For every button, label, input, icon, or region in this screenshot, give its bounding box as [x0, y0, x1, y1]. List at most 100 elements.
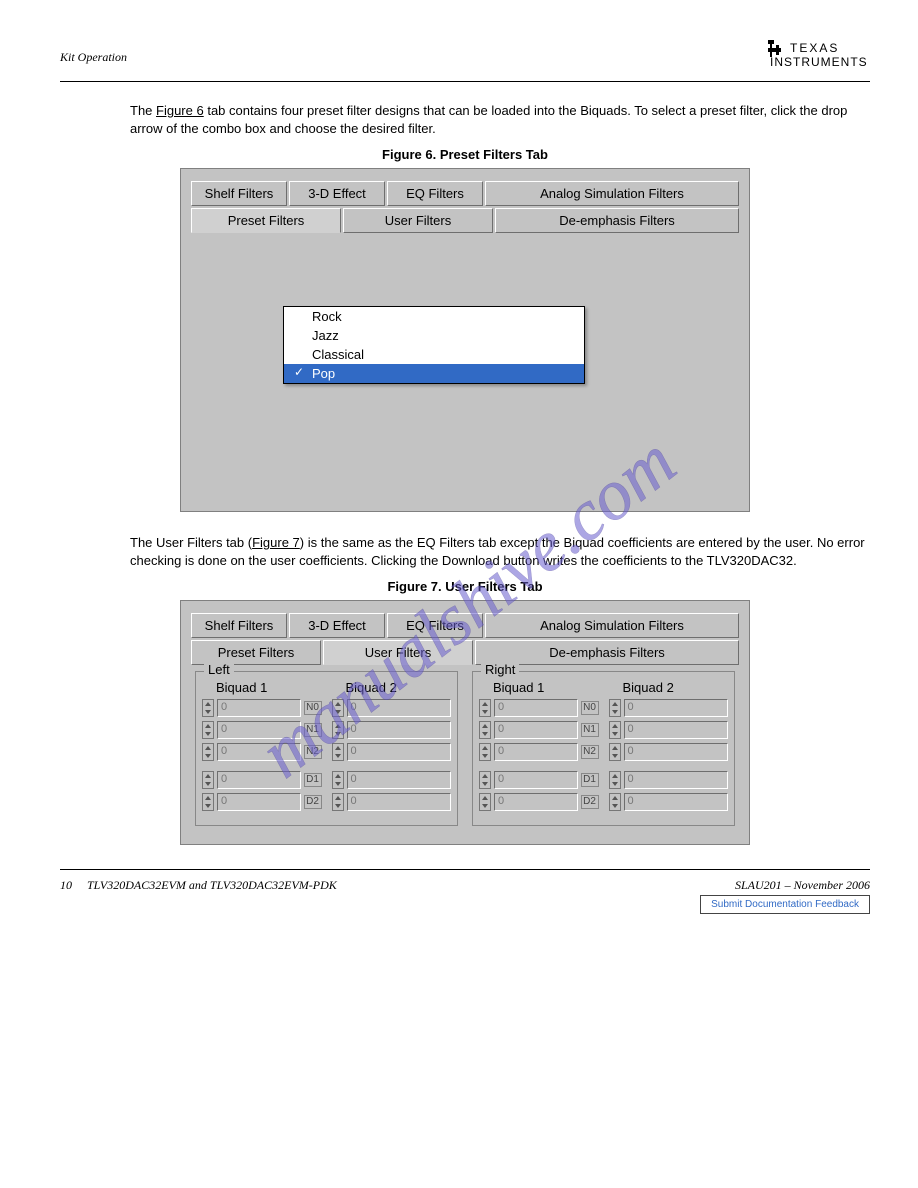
spinner[interactable]	[332, 793, 344, 811]
spinner[interactable]	[202, 743, 214, 761]
spinner[interactable]	[479, 793, 491, 811]
spinner[interactable]	[479, 743, 491, 761]
doc-rev: SLAU201 – November 2006	[700, 878, 870, 893]
preset-item-rock[interactable]: Rock	[284, 307, 584, 326]
right-group-title: Right	[481, 662, 519, 677]
coef-input[interactable]: 0	[624, 793, 729, 811]
spinner[interactable]	[202, 699, 214, 717]
spinner[interactable]	[609, 771, 621, 789]
coef-input[interactable]: 0	[494, 793, 578, 811]
spinner[interactable]	[202, 721, 214, 739]
right-biquad2: Biquad 2 0 0 0 0 0	[609, 678, 729, 815]
coef-input[interactable]: 0	[624, 771, 729, 789]
tab-row-bottom: Preset Filters User Filters De-emphasis …	[191, 208, 739, 233]
coef-label-n0: N0	[304, 701, 322, 715]
coef-input[interactable]: 0	[217, 721, 301, 739]
tab-user-filters-2[interactable]: User Filters	[323, 640, 473, 665]
tab-analog-sim[interactable]: Analog Simulation Filters	[485, 181, 739, 206]
left-group: Left Biquad 1 0N0 0N1 0N2 0D1 0D2 Biquad…	[195, 671, 458, 826]
spinner[interactable]	[609, 721, 621, 739]
tab-deemphasis[interactable]: De-emphasis Filters	[495, 208, 739, 233]
tab-row-top: Shelf Filters 3-D Effect EQ Filters Anal…	[191, 181, 739, 206]
spinner[interactable]	[332, 771, 344, 789]
spinner[interactable]	[609, 699, 621, 717]
spinner[interactable]	[332, 699, 344, 717]
fig7-caption: Figure 7. User Filters Tab	[60, 579, 870, 594]
coef-input[interactable]: 0	[494, 699, 578, 717]
tab-shelf-filters[interactable]: Shelf Filters	[191, 181, 287, 206]
coef-label-n0: N0	[581, 701, 599, 715]
left-biquad1-head: Biquad 1	[202, 678, 322, 699]
coef-input[interactable]: 0	[347, 771, 452, 789]
left-biquad2-head: Biquad 2	[332, 678, 452, 699]
fig6-caption: Figure 6. Preset Filters Tab	[60, 147, 870, 162]
ti-logo: TEXAS INSTRUMENTS	[760, 36, 870, 75]
coef-label-d1: D1	[304, 773, 322, 787]
preset-filters-panel: Shelf Filters 3-D Effect EQ Filters Anal…	[180, 168, 750, 512]
doc-title: TLV320DAC32EVM and TLV320DAC32EVM-PDK	[87, 878, 337, 892]
page-number: 10	[60, 878, 72, 892]
coef-label-d2: D2	[304, 795, 322, 809]
tab-row-top-2: Shelf Filters 3-D Effect EQ Filters Anal…	[191, 613, 739, 638]
coef-label-d2: D2	[581, 795, 599, 809]
preset-item-jazz[interactable]: Jazz	[284, 326, 584, 345]
preset-dropdown[interactable]: Rock Jazz Classical Pop	[283, 306, 585, 384]
coef-input[interactable]: 0	[217, 793, 301, 811]
tab-row-bottom-2: Preset Filters User Filters De-emphasis …	[191, 640, 739, 665]
spinner[interactable]	[609, 793, 621, 811]
coef-input[interactable]: 0	[217, 699, 301, 717]
coef-label-n2: N2	[581, 745, 599, 759]
svg-text:TEXAS: TEXAS	[790, 41, 839, 55]
left-biquad2: Biquad 2 0 0 0 0 0	[332, 678, 452, 815]
svg-text:INSTRUMENTS: INSTRUMENTS	[770, 55, 868, 69]
paragraph-user: The User Filters tab (Figure 7) is the s…	[60, 534, 870, 569]
coef-input[interactable]: 0	[347, 743, 452, 761]
spinner[interactable]	[332, 743, 344, 761]
coef-label-d1: D1	[581, 773, 599, 787]
coef-input[interactable]: 0	[624, 743, 729, 761]
preset-item-classical[interactable]: Classical	[284, 345, 584, 364]
tab-3d-effect-2[interactable]: 3-D Effect	[289, 613, 385, 638]
tab-3d-effect[interactable]: 3-D Effect	[289, 181, 385, 206]
coef-input[interactable]: 0	[347, 793, 452, 811]
coef-input[interactable]: 0	[494, 743, 578, 761]
coef-input[interactable]: 0	[624, 721, 729, 739]
tab-user-filters[interactable]: User Filters	[343, 208, 493, 233]
tab-eq-filters-2[interactable]: EQ Filters	[387, 613, 483, 638]
preset-item-pop[interactable]: Pop	[284, 364, 584, 383]
coef-input[interactable]: 0	[624, 699, 729, 717]
tab-shelf-filters-2[interactable]: Shelf Filters	[191, 613, 287, 638]
tab-preset-filters[interactable]: Preset Filters	[191, 208, 341, 233]
coef-input[interactable]: 0	[217, 743, 301, 761]
coef-input[interactable]: 0	[494, 771, 578, 789]
coef-input[interactable]: 0	[217, 771, 301, 789]
section-header: Kit Operation	[60, 36, 127, 65]
left-biquad1: Biquad 1 0N0 0N1 0N2 0D1 0D2	[202, 678, 322, 815]
coef-label-n2: N2	[304, 745, 322, 759]
spinner[interactable]	[479, 721, 491, 739]
right-biquad1: Biquad 1 0N0 0N1 0N2 0D1 0D2	[479, 678, 599, 815]
fig7-ref: Figure 7	[252, 535, 300, 550]
left-group-title: Left	[204, 662, 234, 677]
footer-rule	[60, 869, 870, 870]
coef-input[interactable]: 0	[347, 721, 452, 739]
spinner[interactable]	[202, 771, 214, 789]
footer: 10 TLV320DAC32EVM and TLV320DAC32EVM-PDK…	[60, 878, 870, 914]
header-rule	[60, 81, 870, 82]
coef-label-n1: N1	[581, 723, 599, 737]
spinner[interactable]	[332, 721, 344, 739]
coef-input[interactable]: 0	[347, 699, 452, 717]
right-group: Right Biquad 1 0N0 0N1 0N2 0D1 0D2 Biqua…	[472, 671, 735, 826]
spinner[interactable]	[479, 699, 491, 717]
spinner[interactable]	[479, 771, 491, 789]
spinner[interactable]	[202, 793, 214, 811]
feedback-link[interactable]: Submit Documentation Feedback	[700, 895, 870, 914]
tab-eq-filters[interactable]: EQ Filters	[387, 181, 483, 206]
coef-input[interactable]: 0	[494, 721, 578, 739]
right-biquad1-head: Biquad 1	[479, 678, 599, 699]
user-filters-panel: Shelf Filters 3-D Effect EQ Filters Anal…	[180, 600, 750, 845]
tab-analog-sim-2[interactable]: Analog Simulation Filters	[485, 613, 739, 638]
paragraph-preset: The Figure 6 tab contains four preset fi…	[60, 102, 870, 137]
right-biquad2-head: Biquad 2	[609, 678, 729, 699]
spinner[interactable]	[609, 743, 621, 761]
